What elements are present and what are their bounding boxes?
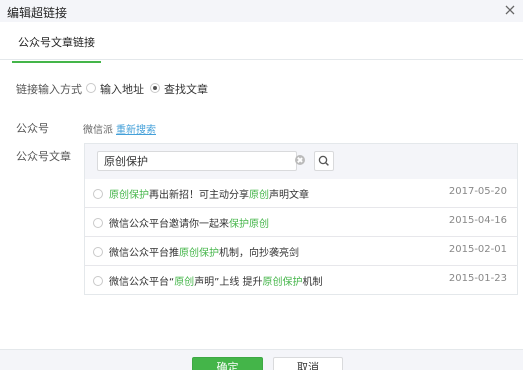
- radio-find-article-label[interactable]: 查找文章: [164, 81, 208, 97]
- research-link[interactable]: 重新搜索: [116, 121, 156, 136]
- article-row[interactable]: 原创保护再出新招！可主动分享原创声明文章 2017-05-20: [85, 179, 517, 208]
- cancel-button[interactable]: 取消: [273, 357, 343, 370]
- title-text: 微信公众平台邀请你一起来: [109, 219, 229, 230]
- article-title: 微信公众平台“原创声明”上线 提升原创保护机制: [109, 273, 323, 288]
- article-label: 公众号文章: [16, 150, 71, 163]
- article-row[interactable]: 微信公众平台邀请你一起来保护原创 2015-04-16: [85, 208, 517, 237]
- account-label: 公众号: [16, 122, 49, 135]
- radio-input-url[interactable]: [86, 83, 96, 93]
- article-radio[interactable]: [93, 276, 103, 286]
- article-radio[interactable]: [93, 189, 103, 199]
- dialog-title: 编辑超链接: [7, 6, 68, 20]
- title-text: 微信公众平台“: [109, 277, 175, 288]
- keyword-highlight: 原创保护: [109, 190, 149, 201]
- article-date: 2017-05-20: [448, 186, 507, 197]
- title-text: 声明文章: [269, 190, 309, 201]
- link-input-method-label: 链接输入方式: [16, 83, 82, 96]
- tab-bar: 公众号文章链接: [0, 22, 523, 63]
- article-row[interactable]: 微信公众平台推原创保护机制，向抄袭亮剑 2015-02-01: [85, 237, 517, 266]
- article-date: 2015-04-16: [448, 215, 507, 226]
- article-title: 微信公众平台推原创保护机制，向抄袭亮剑: [109, 244, 299, 259]
- title-text: 声明”上线 提升: [194, 277, 263, 288]
- clear-icon[interactable]: [295, 155, 305, 165]
- account-name: 微信派: [83, 125, 113, 136]
- search-button[interactable]: [314, 151, 334, 171]
- title-text: 机制: [302, 277, 323, 288]
- tab-article-link[interactable]: 公众号文章链接: [12, 34, 101, 63]
- search-box: [97, 151, 297, 171]
- radio-find-article[interactable]: [150, 83, 160, 93]
- article-date: 2015-02-01: [448, 244, 507, 255]
- keyword-highlight: 原创: [249, 190, 269, 201]
- article-search-panel: 原创保护再出新招！可主动分享原创声明文章2017-05-20微信公众平台邀请你一…: [84, 143, 518, 295]
- search-input[interactable]: [104, 152, 284, 170]
- title-text: 微信公众平台推: [109, 248, 179, 259]
- article-radio[interactable]: [93, 247, 103, 257]
- confirm-button[interactable]: 确定: [192, 357, 263, 370]
- article-list: 原创保护再出新招！可主动分享原创声明文章 2017-05-20 微信公众平台邀请你一…: [85, 179, 517, 295]
- article-title: 原创保护再出新招！可主动分享原创声明文章: [109, 186, 309, 201]
- article-row[interactable]: 微信公众平台“原创声明”上线 提升原创保护机制 2015-01-23: [85, 266, 517, 295]
- article-radio[interactable]: [93, 218, 103, 228]
- dialog-titlebar: 编辑超链接: [0, 0, 523, 22]
- title-text: 再出新招！可主动分享: [149, 190, 249, 201]
- search-icon: [318, 155, 329, 166]
- keyword-highlight: 原创保护: [179, 248, 219, 259]
- title-text: 机制，向抄袭亮剑: [219, 248, 299, 259]
- keyword-highlight: 原创: [174, 277, 195, 288]
- radio-input-url-label[interactable]: 输入地址: [100, 81, 144, 97]
- search-bar: [85, 144, 517, 179]
- article-title: 微信公众平台邀请你一起来保护原创: [109, 215, 269, 230]
- keyword-highlight: 保护原创: [229, 219, 269, 230]
- close-icon[interactable]: [503, 3, 517, 17]
- keyword-highlight: 原创保护: [262, 277, 303, 288]
- article-date: 2015-01-23: [448, 273, 507, 284]
